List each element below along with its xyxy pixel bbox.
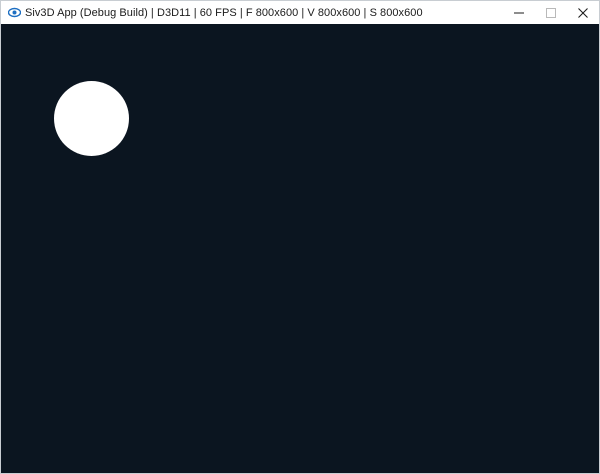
minimize-button[interactable] (503, 1, 535, 24)
maximize-icon (546, 7, 556, 18)
white-circle (54, 81, 129, 156)
render-canvas[interactable] (1, 24, 599, 473)
window-title: Siv3D App (Debug Build) | D3D11 | 60 FPS… (25, 6, 423, 19)
minimize-icon (514, 12, 524, 13)
maximize-button[interactable] (535, 1, 567, 24)
close-icon (578, 7, 588, 18)
siv3d-eye-icon (7, 6, 21, 20)
app-window: Siv3D App (Debug Build) | D3D11 | 60 FPS… (0, 0, 600, 474)
title-bar[interactable]: Siv3D App (Debug Build) | D3D11 | 60 FPS… (1, 1, 599, 24)
close-button[interactable] (567, 1, 599, 24)
window-controls (503, 1, 599, 24)
